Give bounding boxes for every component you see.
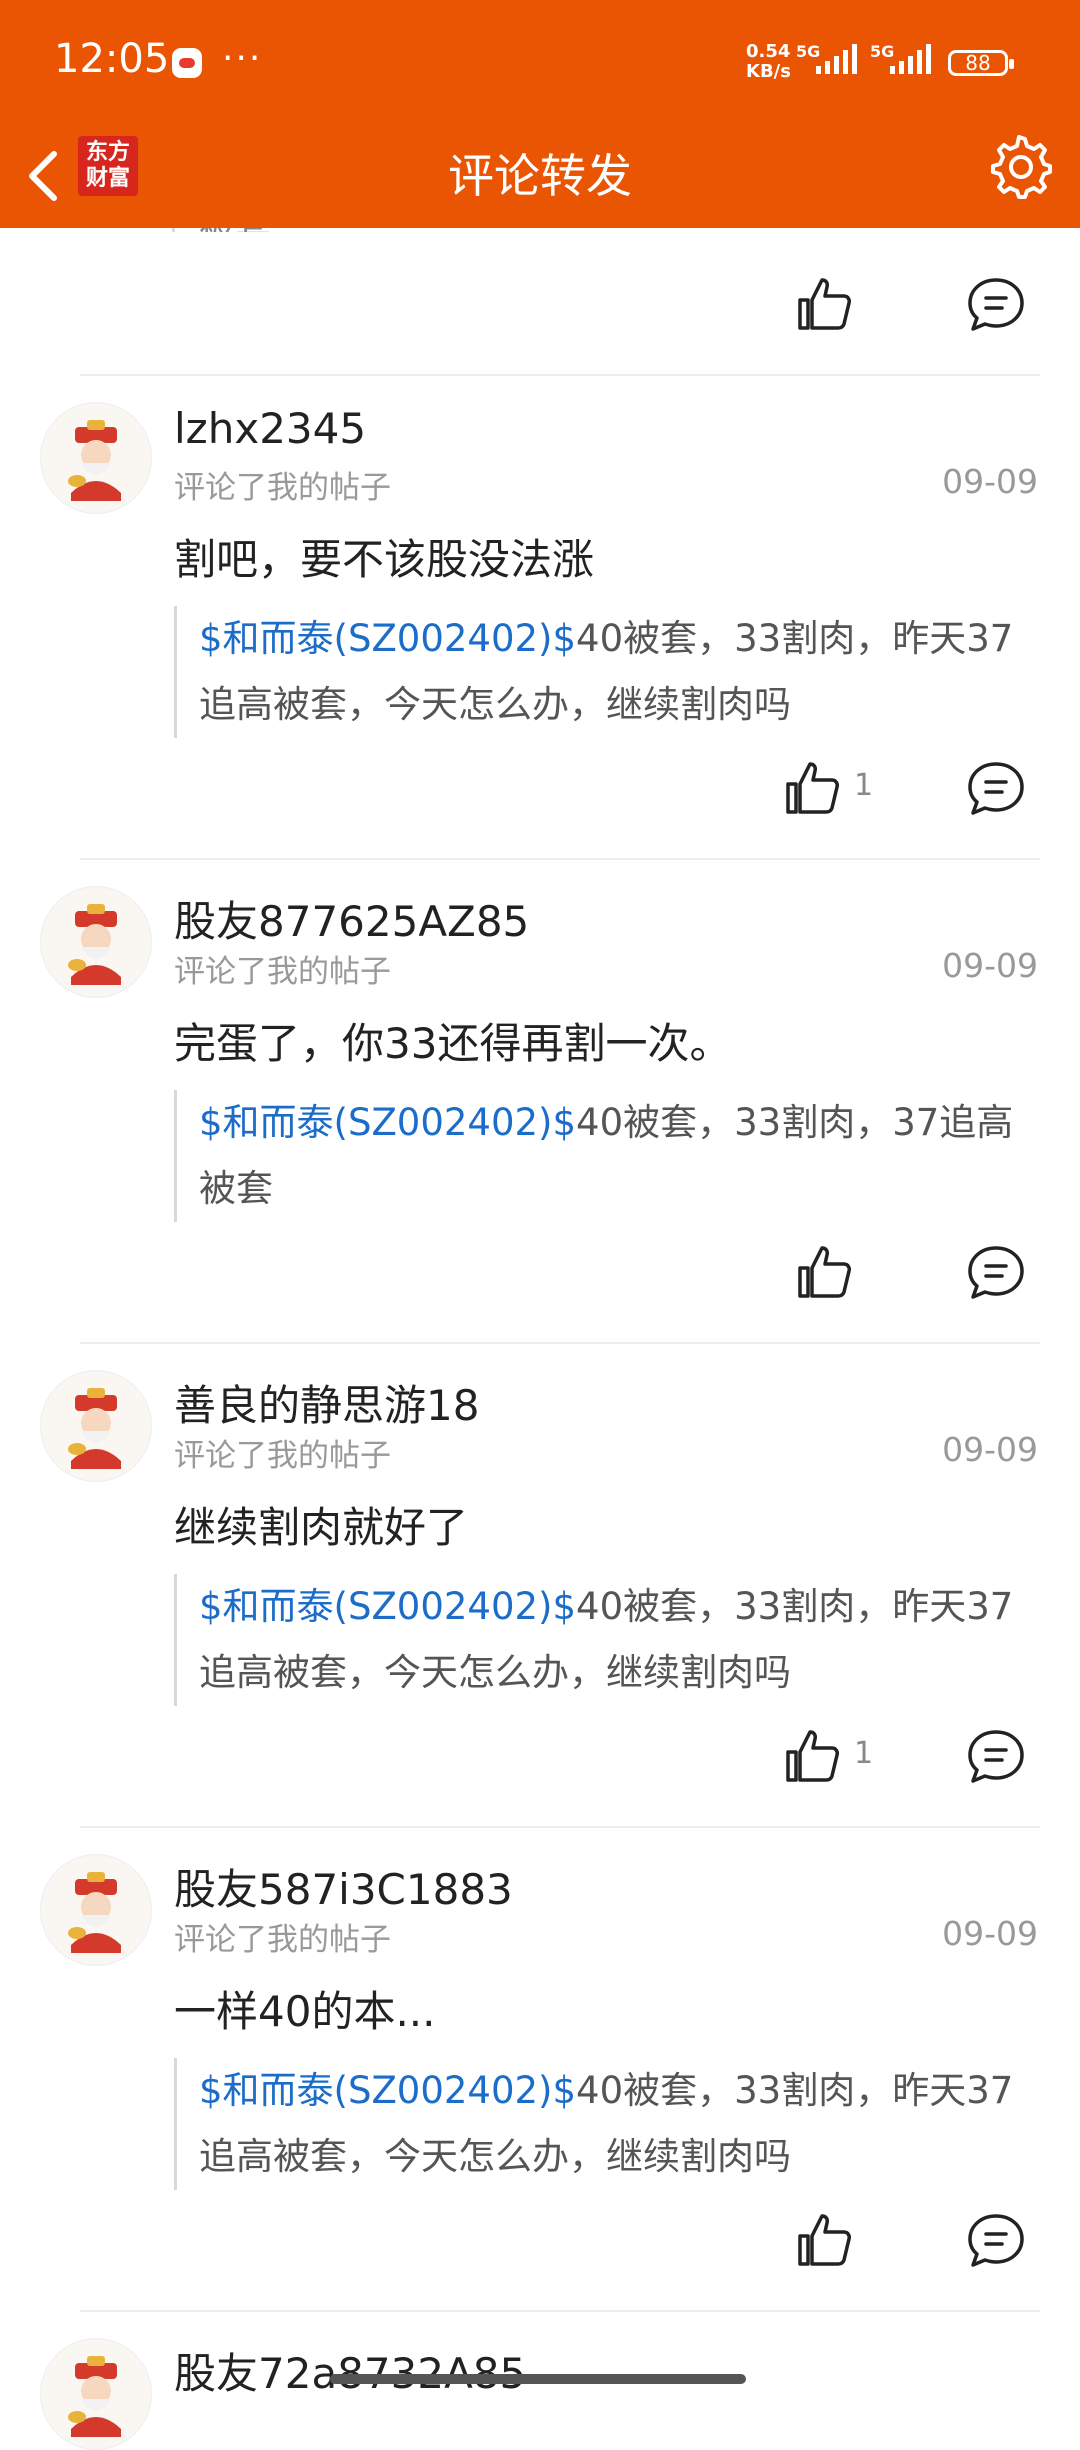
- quoted-post[interactable]: $和而泰(SZ002402)$40被套，33割肉，昨天37 追高被套，今天怎么办…: [174, 1574, 1040, 1706]
- status-bar: 12:05 ··· 0.54 KB/s 5G 5G 88: [0, 0, 1080, 120]
- username[interactable]: lzhx2345: [174, 404, 366, 453]
- quoted-post[interactable]: $和而泰(SZ002402)$40被套，33割肉，昨天37 追高被套，今天怎么办…: [174, 606, 1040, 738]
- thumbs-up-icon: [786, 762, 839, 814]
- reply-button[interactable]: [964, 272, 1028, 336]
- thumbs-up-icon: [798, 1246, 851, 1298]
- comment-icon: [968, 278, 1024, 331]
- username[interactable]: 股友72a8732A85: [174, 2340, 526, 2401]
- comment-text: 完蛋了，你33还得再割一次。: [174, 1019, 732, 1068]
- comment-action: 评论了我的帖子: [174, 470, 391, 506]
- like-count: 1: [854, 1736, 874, 1771]
- like-button[interactable]: [780, 756, 844, 820]
- battery-icon: 88: [948, 50, 1014, 76]
- comment-action: 评论了我的帖子: [174, 1922, 391, 1958]
- net-speed-unit: KB/s: [746, 61, 791, 82]
- comment-icon: [968, 1246, 1024, 1299]
- comment-date: 09-09: [942, 946, 1038, 985]
- comment-icon: [968, 1730, 1024, 1783]
- reply-button[interactable]: [964, 756, 1028, 820]
- divider: [80, 858, 1040, 860]
- gear-icon: [991, 135, 1052, 199]
- stock-link[interactable]: $和而泰(SZ002402)$: [199, 1101, 576, 1144]
- thumbs-up-icon: [786, 1730, 839, 1782]
- avatar-image: [42, 1372, 150, 1480]
- comment-text: 割吧，要不该股没法涨: [174, 535, 595, 584]
- avatar[interactable]: [40, 1370, 152, 1482]
- avatar-image: [42, 1856, 150, 1964]
- thumbs-up-icon: [798, 278, 851, 330]
- avatar[interactable]: [40, 886, 152, 998]
- comment-action: 评论了我的帖子: [174, 1438, 391, 1474]
- top-bar: 12:05 ··· 0.54 KB/s 5G 5G 88 东方 财富 评论转发: [0, 0, 1080, 228]
- comment-action: 评论了我的帖子: [174, 954, 391, 990]
- app-notification-icon: [172, 48, 202, 78]
- reply-button[interactable]: [964, 2208, 1028, 2272]
- reply-button[interactable]: [964, 1240, 1028, 1304]
- avatar[interactable]: [40, 2338, 152, 2450]
- like-button[interactable]: [792, 272, 856, 336]
- username[interactable]: 股友587i3C1883: [174, 1856, 513, 1917]
- signal-icon-sim1: 5G: [796, 42, 866, 76]
- quoted-text-line2: 追高被套，今天怎么办，继续割肉吗: [199, 683, 791, 726]
- status-time: 12:05: [54, 36, 170, 82]
- stock-link[interactable]: $和而泰(SZ002402)$: [199, 617, 576, 660]
- username[interactable]: 善良的静思游18: [174, 1372, 479, 1433]
- quoted-text-line2: 被套: [199, 1167, 273, 1210]
- divider: [80, 1342, 1040, 1344]
- reply-button[interactable]: [964, 1724, 1028, 1788]
- page-title: 评论转发: [448, 149, 632, 203]
- avatar[interactable]: [40, 402, 152, 514]
- net-speed: 0.54 KB/s: [746, 42, 798, 82]
- quoted-text-line1: 40被套，33割肉，昨天37: [576, 2069, 1014, 2112]
- divider: [80, 1826, 1040, 1828]
- quoted-text-line2: 追高被套，今天怎么办，继续割肉吗: [199, 2135, 791, 2178]
- quoted-text-line1: 40被套，33割肉，37追高: [576, 1101, 1014, 1144]
- comment-text: 继续割肉就好了: [174, 1503, 469, 1552]
- nav-bar: 东方 财富 评论转发: [0, 120, 1080, 228]
- comment-icon: [968, 762, 1024, 815]
- like-button[interactable]: [780, 1724, 844, 1788]
- quoted-post[interactable]: $和而泰(SZ002402)$40被套，33割肉，37追高 被套: [174, 1090, 1040, 1222]
- comment-date: 09-09: [942, 1914, 1038, 1953]
- quoted-text-line1: 40被套，33割肉，昨天37: [576, 617, 1014, 660]
- more-notifications-icon: ···: [222, 38, 263, 79]
- like-button[interactable]: [792, 1240, 856, 1304]
- like-count: 1: [854, 768, 874, 803]
- thumbs-up-icon: [798, 2214, 851, 2266]
- stock-link[interactable]: $和而泰(SZ002402)$: [199, 2069, 576, 2112]
- username[interactable]: 股友877625AZ85: [174, 888, 529, 949]
- comment-date: 09-09: [942, 1430, 1038, 1469]
- signal-icon-sim2: 5G: [870, 42, 940, 76]
- comment-date: 09-09: [942, 462, 1038, 501]
- quoted-text-line2: 追高被套，今天怎么办，继续割肉吗: [199, 1651, 791, 1694]
- comment-text: 一样40的本...: [174, 1987, 436, 2036]
- settings-button[interactable]: [984, 132, 1054, 202]
- stock-link[interactable]: $和而泰(SZ002402)$: [199, 1585, 576, 1628]
- avatar-image: [42, 404, 150, 512]
- divider: [80, 2310, 1040, 2312]
- comment-icon: [968, 2214, 1024, 2267]
- divider: [80, 374, 1040, 376]
- net-speed-value: 0.54: [746, 41, 791, 62]
- quoted-text-line1: 40被套，33割肉，昨天37: [576, 1585, 1014, 1628]
- avatar[interactable]: [40, 1854, 152, 1966]
- like-button[interactable]: [792, 2208, 856, 2272]
- quoted-post[interactable]: $和而泰(SZ002402)$40被套，33割肉，昨天37 追高被套，今天怎么办…: [174, 2058, 1040, 2190]
- avatar-image: [42, 2340, 150, 2448]
- avatar-image: [42, 888, 150, 996]
- home-indicator[interactable]: [330, 2374, 746, 2384]
